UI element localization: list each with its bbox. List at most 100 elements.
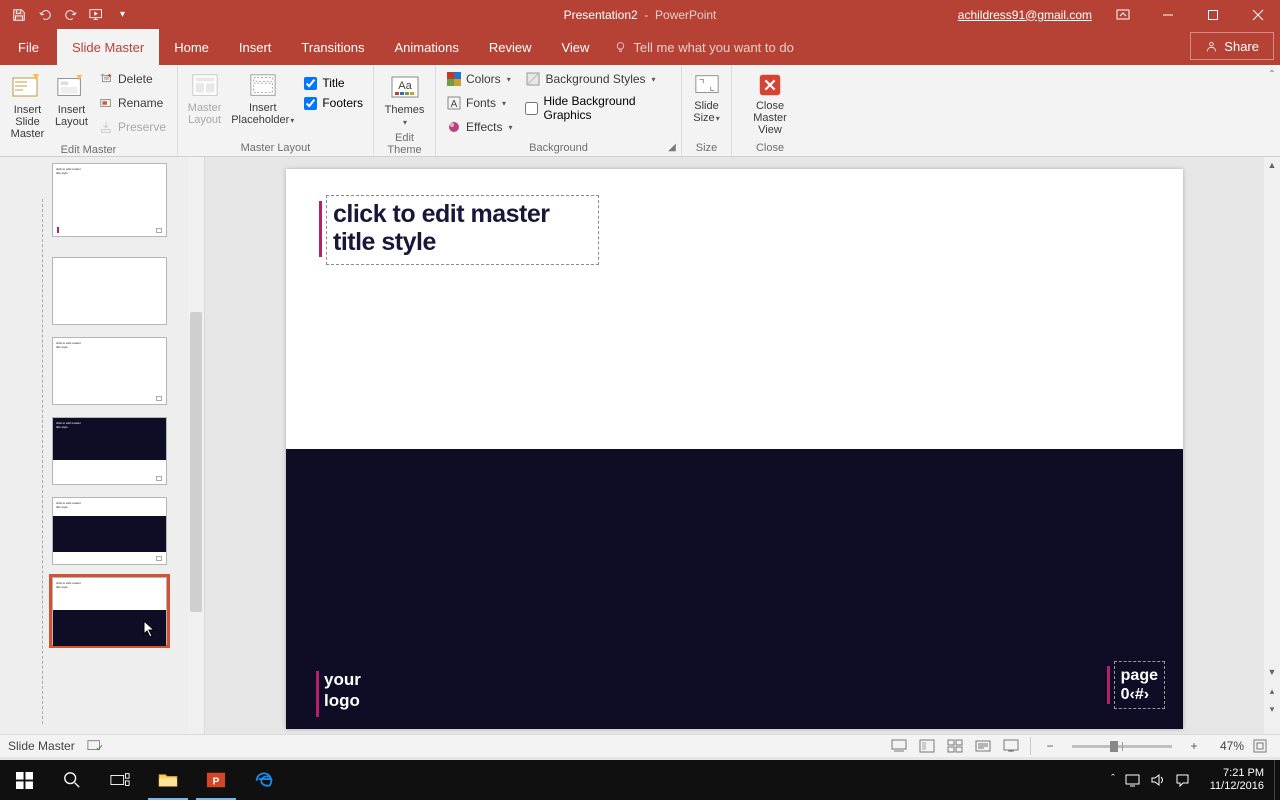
zoom-slider[interactable] (1072, 745, 1172, 748)
vertical-scrollbar[interactable]: ▲ ▼ ▴ ▾ (1264, 157, 1280, 734)
title-checkbox[interactable]: Title (300, 74, 367, 92)
file-explorer-taskbar-icon[interactable] (144, 760, 192, 800)
background-dialog-launcher-icon[interactable]: ◢ (665, 140, 679, 154)
search-button[interactable] (48, 760, 96, 800)
tab-home[interactable]: Home (159, 29, 224, 65)
zoom-in-button[interactable]: + (1182, 736, 1206, 756)
master-thumbnail[interactable]: click to edit mastertitle style (52, 163, 167, 237)
prev-slide-icon[interactable]: ▴ (1264, 682, 1280, 700)
thumbnail-scrollbar[interactable] (188, 157, 204, 734)
slide-sorter-icon[interactable] (943, 736, 967, 756)
preserve-button: Preserve (94, 116, 171, 138)
ribbon-display-options-icon[interactable] (1100, 0, 1145, 29)
app-name: PowerPoint (655, 8, 716, 22)
colors-icon (447, 72, 461, 86)
tab-view[interactable]: View (546, 29, 604, 65)
minimize-button[interactable] (1145, 0, 1190, 29)
rename-icon (99, 96, 113, 110)
svg-text:P: P (213, 777, 220, 788)
show-desktop-button[interactable] (1274, 760, 1280, 800)
logo-placeholder[interactable]: your logo (324, 669, 361, 712)
layout-thumbnail[interactable]: click to edit mastertitle style (52, 337, 167, 405)
start-from-beginning-icon[interactable] (84, 3, 109, 27)
tab-transitions[interactable]: Transitions (286, 29, 379, 65)
close-button[interactable] (1235, 0, 1280, 29)
tab-slide-master[interactable]: Slide Master (57, 29, 159, 65)
hide-background-checkbox[interactable]: Hide Background Graphics (521, 92, 675, 124)
background-styles-icon (526, 72, 540, 86)
tab-animations[interactable]: Animations (380, 29, 474, 65)
save-icon[interactable] (6, 3, 31, 27)
group-label: Master Layout (184, 142, 367, 156)
footers-checkbox[interactable]: Footers (300, 94, 367, 112)
slideshow-icon[interactable] (999, 736, 1023, 756)
title-placeholder[interactable]: click to edit master title style (326, 195, 599, 265)
effects-icon (447, 120, 461, 134)
preserve-icon (99, 120, 113, 134)
layout-thumbnail[interactable]: click to edit mastertitle style (52, 417, 167, 485)
slide-canvas-area: click to edit master title style your lo… (205, 157, 1280, 734)
close-master-view-button[interactable]: Close Master View (738, 68, 802, 140)
start-button[interactable] (0, 760, 48, 800)
redo-icon[interactable] (58, 3, 83, 27)
tab-insert[interactable]: Insert (224, 29, 287, 65)
reading-view-icon[interactable] (971, 736, 995, 756)
effects-button[interactable]: Effects▾ (442, 116, 517, 138)
edge-taskbar-icon[interactable] (240, 760, 288, 800)
quick-access-toolbar: ▾ (0, 3, 135, 27)
maximize-button[interactable] (1190, 0, 1235, 29)
layout-thumbnail[interactable]: click to edit mastertitle style (52, 497, 167, 565)
group-master-layout: Master Layout Insert Placeholder▾ Title … (178, 65, 374, 156)
fit-to-window-icon[interactable] (1248, 736, 1272, 756)
tray-overflow-icon[interactable]: ˆ (1111, 773, 1115, 787)
themes-button[interactable]: Aa Themes▾ (380, 68, 429, 132)
tell-me-search[interactable]: Tell me what you want to do (604, 29, 803, 65)
document-name: Presentation2 (564, 8, 638, 22)
volume-icon[interactable] (1150, 773, 1165, 787)
normal-view-icon[interactable] (915, 736, 939, 756)
scroll-down-icon[interactable]: ▼ (1264, 664, 1280, 680)
master-layout-icon (190, 72, 220, 100)
fonts-button[interactable]: AFonts▾ (442, 92, 517, 114)
account-link[interactable]: achildress91@gmail.com (958, 8, 1092, 22)
editing-area: click to edit mastertitle style click to… (0, 157, 1280, 734)
network-icon[interactable] (1125, 773, 1140, 787)
delete-icon (99, 72, 113, 86)
group-label: Edit Theme (380, 132, 429, 158)
background-styles-button[interactable]: Background Styles▾ (521, 68, 675, 90)
group-edit-theme: Aa Themes▾ Edit Theme (374, 65, 436, 156)
slide[interactable]: click to edit master title style your lo… (286, 169, 1183, 729)
powerpoint-taskbar-icon[interactable]: P (192, 760, 240, 800)
colors-button[interactable]: Colors▾ (442, 68, 517, 90)
status-view-label: Slide Master (8, 739, 75, 753)
tab-file[interactable]: File (0, 29, 57, 65)
layout-thumbnail-selected[interactable]: click to edit mastertitle style (52, 577, 167, 645)
insert-slide-master-button[interactable]: Insert Slide Master (6, 68, 49, 144)
share-icon (1205, 40, 1218, 53)
qat-customize-icon[interactable]: ▾ (110, 3, 135, 27)
delete-button[interactable]: Delete (94, 68, 171, 90)
share-button[interactable]: Share (1190, 32, 1274, 60)
insert-placeholder-button[interactable]: Insert Placeholder▾ (229, 68, 296, 130)
insert-layout-button[interactable]: Insert Layout (53, 68, 90, 132)
group-size: Slide Size▾ Size (682, 65, 732, 156)
zoom-percent[interactable]: 47% (1210, 739, 1244, 753)
undo-icon[interactable] (32, 3, 57, 27)
taskbar-clock[interactable]: 7:21 PM 11/12/2016 (1200, 767, 1274, 793)
group-edit-master: Insert Slide Master Insert Layout Delete… (0, 65, 178, 156)
notes-button[interactable] (887, 736, 911, 756)
next-slide-icon[interactable]: ▾ (1264, 700, 1280, 718)
layout-thumbnail[interactable] (52, 257, 167, 325)
action-center-icon[interactable] (1175, 773, 1190, 787)
thumbnail-pane: click to edit mastertitle style click to… (0, 157, 205, 734)
rename-button[interactable]: Rename (94, 92, 171, 114)
collapse-ribbon-icon[interactable]: ˆ (1270, 68, 1274, 82)
task-view-button[interactable] (96, 760, 144, 800)
page-number-placeholder[interactable]: page0‹#› (1114, 661, 1165, 709)
scroll-up-icon[interactable]: ▲ (1264, 157, 1280, 173)
spell-check-icon[interactable] (87, 739, 103, 753)
slide-size-button[interactable]: Slide Size▾ (688, 68, 725, 128)
tab-review[interactable]: Review (474, 29, 547, 65)
group-background: Colors▾ AFonts▾ Effects▾ Background Styl… (436, 65, 682, 156)
zoom-out-button[interactable]: − (1038, 736, 1062, 756)
